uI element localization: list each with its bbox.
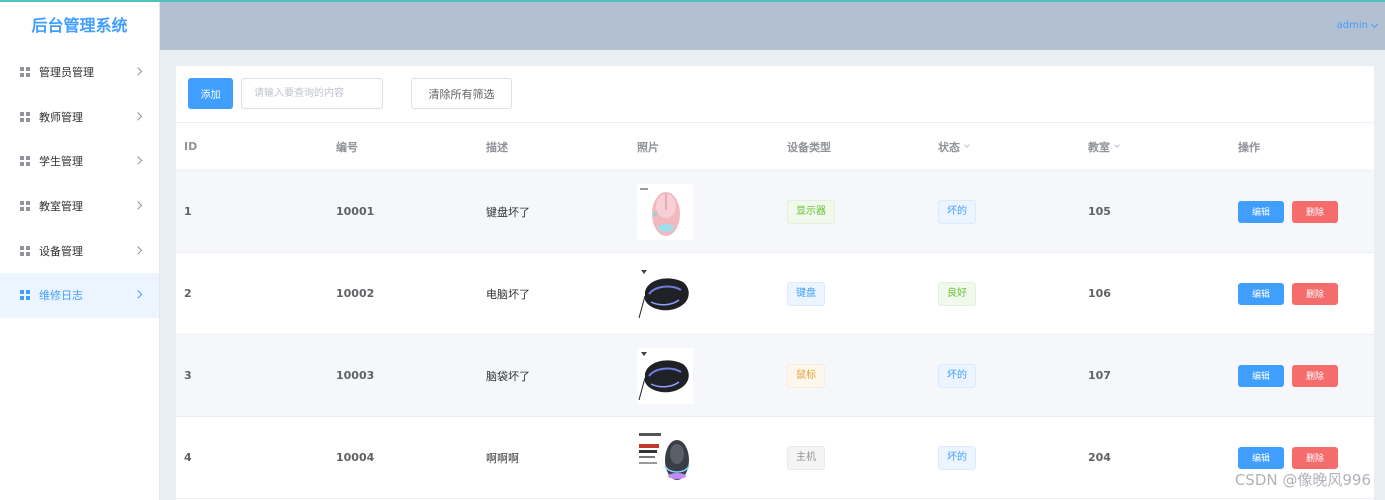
sidebar-item-device-management[interactable]: 设备管理	[0, 228, 159, 273]
table-row: 3 10003 脑袋坏了 鼠标 坏的 107 编辑 删除	[176, 335, 1374, 417]
chevron-down-icon	[1370, 20, 1379, 28]
column-header-id: ID	[184, 140, 198, 153]
chevron-right-icon	[133, 156, 143, 166]
cell-description: 电脑坏了	[486, 287, 530, 301]
grid-icon	[20, 201, 30, 212]
sidebar-item-label: 设备管理	[39, 244, 83, 258]
sidebar-item-label: 教师管理	[39, 110, 83, 124]
sidebar-menu: 管理员管理 教师管理 学生管理 教室管理 设备管理 维修日志	[0, 50, 159, 318]
device-type-tag: 键盘	[787, 281, 825, 306]
cell-id: 2	[184, 287, 192, 300]
clear-filters-button[interactable]: 清除所有筛选	[411, 78, 512, 109]
column-header-description: 描述	[486, 140, 508, 154]
status-tag: 坏的	[938, 445, 976, 470]
edit-button[interactable]: 编辑	[1238, 200, 1284, 223]
cell-classroom: 107	[1088, 369, 1111, 382]
cell-description: 脑袋坏了	[486, 369, 530, 383]
table-row: 4 10004 啊啊啊 主机 坏的 204 编辑 删除	[176, 417, 1374, 499]
delete-button[interactable]: 删除	[1292, 364, 1338, 387]
status-tag: 坏的	[938, 363, 976, 388]
status-tag: 坏的	[938, 199, 976, 224]
row-actions: 编辑 删除	[1238, 364, 1338, 387]
cell-id: 3	[184, 369, 192, 382]
cell-number: 10003	[336, 369, 375, 382]
top-header: admin	[160, 2, 1385, 50]
device-type-tag: 主机	[787, 445, 825, 470]
device-type-tag: 显示器	[787, 199, 835, 224]
column-header-photo: 照片	[637, 140, 659, 154]
search-input[interactable]	[241, 78, 383, 109]
black-mouse-photo[interactable]	[637, 347, 693, 404]
repair-log-table: ID 编号 描述 照片 设备类型 状态 教室 操作 1 10001 键盘坏了 显…	[176, 122, 1374, 499]
add-button[interactable]: 添加	[188, 78, 233, 109]
chevron-right-icon	[133, 67, 143, 76]
column-header-status[interactable]: 状态	[938, 139, 970, 155]
column-header-number: 编号	[336, 140, 358, 154]
grid-icon	[20, 156, 30, 167]
sidebar-item-repair-log[interactable]: 维修日志	[0, 272, 159, 318]
cell-id: 1	[184, 205, 192, 218]
column-header-device-type: 设备类型	[787, 140, 831, 154]
edit-button[interactable]: 编辑	[1238, 282, 1284, 305]
table-row: 1 10001 键盘坏了 显示器 坏的 105 编辑 删除	[176, 171, 1374, 253]
edit-button[interactable]: 编辑	[1238, 446, 1284, 469]
cell-id: 4	[184, 451, 192, 464]
chevron-right-icon	[133, 290, 143, 299]
sidebar-item-label: 教室管理	[39, 200, 83, 214]
chevron-right-icon	[133, 112, 143, 121]
grid-icon	[20, 290, 30, 301]
sidebar-item-admin-management[interactable]: 管理员管理	[0, 50, 159, 95]
column-header-actions: 操作	[1238, 140, 1260, 154]
cell-number: 10001	[336, 205, 375, 218]
sidebar: 后台管理系统 管理员管理 教师管理 学生管理 教室管理 设备管理 维修日志	[0, 2, 160, 500]
main-card: 添加 清除所有筛选 ID 编号 描述 照片 设备类型 状态 教室 操作 1 10…	[176, 66, 1374, 500]
table-row: 2 10002 电脑坏了 键盘 良好 106 编辑 删除	[176, 253, 1374, 335]
cell-description: 啊啊啊	[486, 451, 519, 465]
sidebar-item-label: 学生管理	[39, 155, 83, 169]
user-menu[interactable]: admin	[1336, 20, 1379, 31]
sidebar-item-student-management[interactable]: 学生管理	[0, 139, 159, 184]
table-header: ID 编号 描述 照片 设备类型 状态 教室 操作	[176, 123, 1374, 171]
sidebar-item-label: 维修日志	[39, 289, 83, 303]
cell-number: 10004	[336, 451, 375, 464]
delete-button[interactable]: 删除	[1292, 282, 1338, 305]
cell-number: 10002	[336, 287, 375, 300]
sidebar-item-teacher-management[interactable]: 教师管理	[0, 95, 159, 140]
row-actions: 编辑 删除	[1238, 200, 1338, 223]
filter-chevron-icon[interactable]	[1114, 142, 1120, 148]
column-header-classroom[interactable]: 教室	[1088, 139, 1120, 155]
user-name: admin	[1336, 20, 1368, 31]
chevron-right-icon	[133, 245, 143, 255]
app-title: 后台管理系统	[31, 16, 128, 35]
pink-mouse-photo[interactable]	[637, 183, 693, 240]
cell-classroom: 106	[1088, 287, 1111, 300]
grid-icon	[20, 67, 30, 78]
filter-chevron-icon[interactable]	[964, 142, 970, 148]
edit-button[interactable]: 编辑	[1238, 364, 1284, 387]
cell-classroom: 105	[1088, 205, 1111, 218]
grid-icon	[20, 111, 30, 122]
delete-button[interactable]: 删除	[1292, 446, 1338, 469]
row-actions: 编辑 删除	[1238, 446, 1338, 469]
black-mouse-photo[interactable]	[637, 265, 693, 322]
boxed-mouse-photo[interactable]	[637, 429, 693, 486]
sidebar-item-label: 管理员管理	[39, 66, 94, 80]
grid-icon	[20, 245, 30, 256]
status-tag: 良好	[938, 281, 976, 306]
chevron-right-icon	[133, 201, 143, 210]
device-type-tag: 鼠标	[787, 363, 825, 388]
row-actions: 编辑 删除	[1238, 282, 1338, 305]
cell-classroom: 204	[1088, 451, 1111, 464]
delete-button[interactable]: 删除	[1292, 200, 1338, 223]
cell-description: 键盘坏了	[486, 205, 530, 219]
watermark: CSDN @像晚风996	[1234, 471, 1371, 489]
sidebar-item-classroom-management[interactable]: 教室管理	[0, 184, 159, 229]
